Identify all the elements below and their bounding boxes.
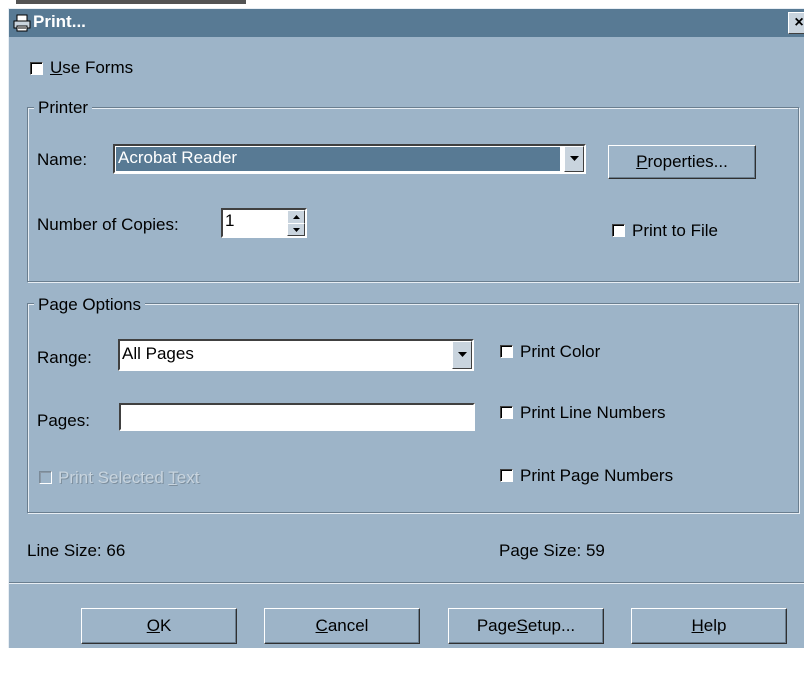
copies-input[interactable]: 1: [221, 208, 307, 238]
print-color-checkbox[interactable]: [500, 345, 513, 358]
print-page-numbers-checkbox[interactable]: [500, 469, 513, 482]
chevron-down-icon: [570, 156, 579, 161]
ok-button[interactable]: OK: [81, 608, 237, 644]
properties-button[interactable]: Properties...: [608, 145, 756, 179]
chevron-down-icon: [458, 352, 467, 357]
printer-name-dropdown[interactable]: Acrobat Reader: [113, 144, 586, 174]
print-selected-text-label: Print Selected Text: [58, 468, 200, 487]
page-size-text: Page Size: 59: [499, 541, 605, 560]
print-dialog: Print... × Use Forms Printer Name: Acrob…: [8, 8, 804, 648]
button-separator: [9, 582, 804, 584]
printer-icon: [13, 14, 31, 32]
close-icon: ×: [794, 14, 804, 31]
arrow-up-icon: [293, 215, 300, 219]
use-forms-checkbox[interactable]: [30, 62, 43, 75]
title-bar[interactable]: Print... ×: [9, 9, 804, 37]
copies-value: 1: [225, 211, 235, 230]
printer-name-selection: Acrobat Reader: [116, 147, 560, 171]
printer-group-title: Printer: [34, 98, 93, 118]
line-size-text: Line Size: 66: [27, 541, 126, 560]
background-window-fragment: [16, 0, 246, 4]
pages-input[interactable]: [119, 403, 475, 431]
print-to-file-label[interactable]: Print to File: [632, 221, 718, 241]
page-setup-button[interactable]: Page Setup...: [448, 608, 604, 644]
print-to-file-checkbox[interactable]: [612, 224, 625, 237]
use-forms-label[interactable]: Use Forms: [50, 58, 133, 78]
print-line-numbers-checkbox[interactable]: [500, 406, 513, 419]
range-dropdown-button[interactable]: [452, 341, 472, 369]
printer-name-label: Name:: [37, 150, 88, 169]
window-title: Print...: [33, 12, 86, 31]
printer-group: [27, 107, 799, 282]
cancel-button[interactable]: Cancel: [264, 608, 420, 644]
page-options-group-title: Page Options: [34, 295, 146, 315]
printer-dropdown-button[interactable]: [564, 146, 584, 172]
range-dropdown[interactable]: All Pages: [118, 339, 474, 371]
print-line-numbers-label[interactable]: Print Line Numbers: [520, 403, 666, 423]
range-value: All Pages: [122, 344, 194, 363]
background-strip: [0, 0, 804, 8]
copies-label: Number of Copies:: [37, 215, 179, 234]
copies-spinner[interactable]: [287, 210, 305, 236]
close-button[interactable]: ×: [788, 12, 804, 34]
spin-up-button[interactable]: [287, 210, 305, 224]
spin-down-button[interactable]: [287, 223, 305, 236]
print-color-label[interactable]: Print Color: [520, 342, 600, 362]
pages-label: Pages:: [37, 411, 90, 430]
arrow-down-icon: [293, 228, 300, 232]
range-label: Range:: [37, 348, 92, 367]
print-page-numbers-label[interactable]: Print Page Numbers: [520, 466, 673, 486]
print-selected-text-checkbox[interactable]: [39, 471, 52, 484]
help-button[interactable]: Help: [631, 608, 787, 644]
